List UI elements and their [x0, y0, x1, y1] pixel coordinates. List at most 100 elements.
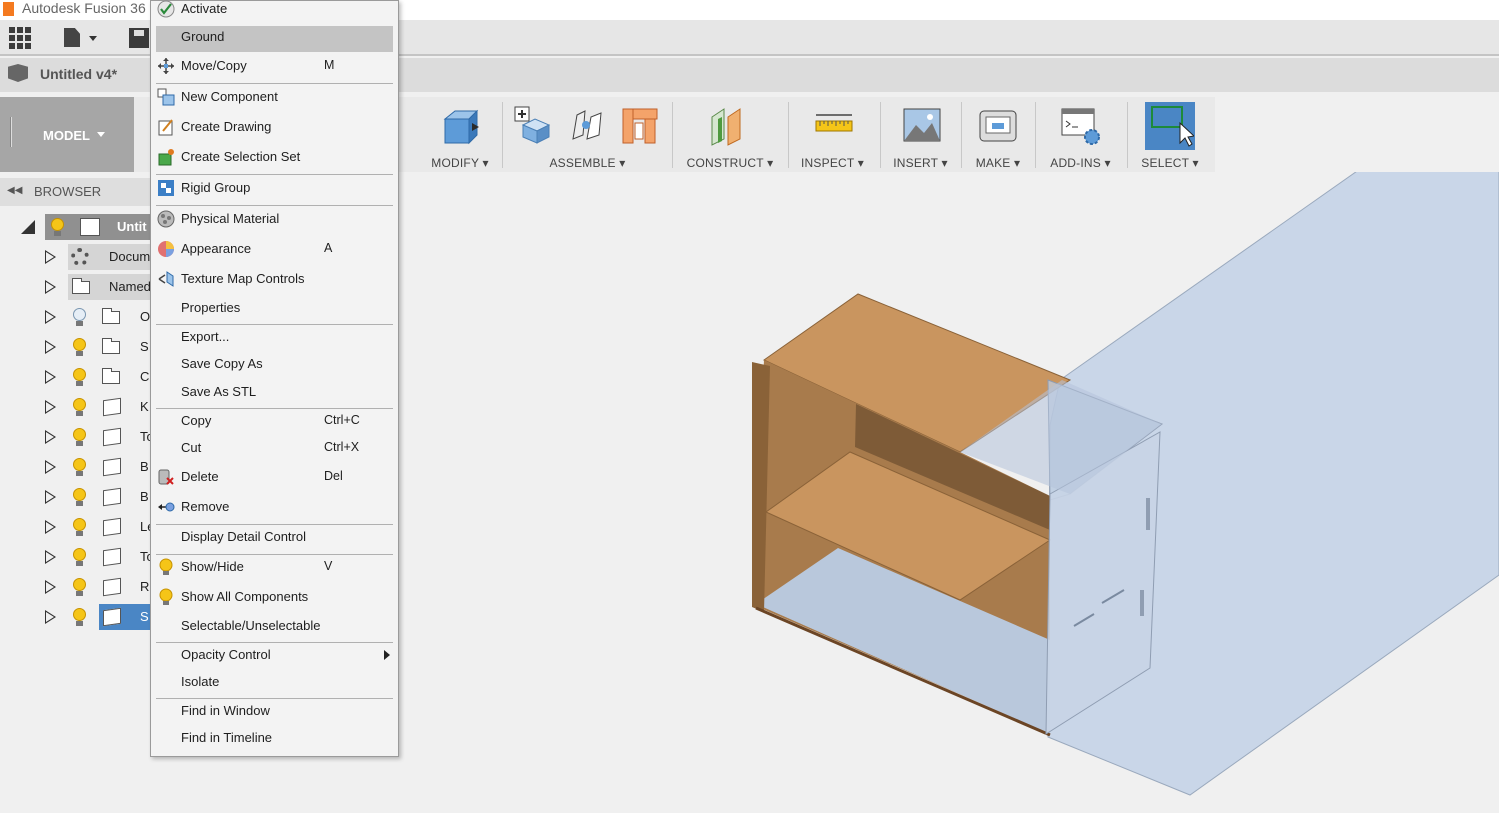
add-ins-label: ADD-INS ▾	[1050, 156, 1111, 170]
browser-row-body[interactable]: K	[0, 392, 150, 422]
browser-row-body[interactable]: Le	[0, 512, 154, 542]
chevron-down-icon: ▾	[478, 156, 489, 170]
ribbon-group-insert[interactable]: INSERT ▾	[883, 97, 958, 172]
lightbulb-off-icon[interactable]	[70, 307, 90, 329]
menu-item-selectable-unselectable[interactable]: Selectable/Unselectable	[156, 615, 393, 641]
browser-row-body[interactable]: B	[0, 452, 150, 482]
menu-item-export[interactable]: Export...	[156, 326, 393, 352]
browser-header[interactable]: ◀◀ BROWSER	[0, 178, 150, 206]
ribbon-group-assemble[interactable]: ASSEMBLE ▾	[505, 97, 670, 172]
menu-item-create-drawing[interactable]: Create Drawing	[156, 116, 393, 142]
menu-item-label: Save Copy As	[181, 356, 263, 371]
document-title[interactable]: Untitled v4*	[40, 66, 117, 82]
ribbon-group-modify[interactable]: MODIFY ▾	[420, 97, 500, 172]
lightbulb-icon[interactable]	[70, 487, 90, 509]
inspect-label: INSPECT ▾	[801, 156, 864, 170]
menu-item-texture-map-controls[interactable]: Texture Map Controls	[156, 268, 393, 294]
app-title: Autodesk Fusion 36	[22, 0, 146, 16]
menu-item-find-in-timeline[interactable]: Find in Timeline	[156, 727, 393, 753]
lightbulb-icon[interactable]	[70, 337, 90, 359]
browser-row-origin[interactable]: O	[0, 302, 150, 332]
menu-item-show-hide[interactable]: Show/Hide V	[156, 556, 393, 582]
menu-item-rigid-group[interactable]: Rigid Group	[156, 177, 393, 203]
browser-row-body[interactable]: To	[0, 422, 154, 452]
ribbon-group-inspect[interactable]: INSPECT ▾	[790, 97, 875, 172]
browser-row-construction[interactable]: C	[0, 362, 150, 392]
lightbulb-icon[interactable]	[70, 547, 90, 569]
collapse-double-arrow-icon[interactable]: ◀◀	[7, 185, 22, 196]
browser-row-body[interactable]: R	[0, 572, 150, 602]
menu-item-move-copy[interactable]: Move/Copy M	[156, 55, 393, 81]
menu-separator	[156, 205, 393, 206]
browser-row-body-selected[interactable]: S	[0, 602, 150, 632]
menu-item-label: Show/Hide	[181, 559, 244, 574]
root-component-label: Untit	[117, 219, 147, 234]
expand-triangle-icon[interactable]	[45, 250, 56, 264]
lightbulb-icon[interactable]	[70, 607, 90, 629]
menu-item-activate[interactable]: Activate	[156, 0, 393, 24]
browser-root-row[interactable]: Untit	[0, 212, 150, 242]
ribbon-group-make[interactable]: MAKE ▾	[963, 97, 1033, 172]
lightbulb-icon[interactable]	[48, 217, 68, 239]
ribbon-group-select[interactable]: SELECT ▾	[1130, 97, 1210, 172]
tree-label: K	[140, 399, 149, 414]
menu-item-ground[interactable]: Ground	[156, 26, 393, 52]
data-panel-grid-icon[interactable]	[9, 27, 31, 49]
expand-triangle-icon[interactable]	[45, 400, 56, 414]
expand-triangle-icon[interactable]	[45, 460, 56, 474]
tree-label: S	[140, 609, 149, 624]
lightbulb-icon[interactable]	[70, 457, 90, 479]
menu-item-opacity-control[interactable]: Opacity Control	[156, 644, 393, 670]
expanded-triangle-icon[interactable]	[21, 220, 35, 234]
browser-row-body[interactable]: B	[0, 482, 150, 512]
expand-triangle-icon[interactable]	[45, 280, 56, 294]
file-menu-icon[interactable]	[64, 28, 80, 47]
menu-item-isolate[interactable]: Isolate	[156, 671, 393, 697]
lightbulb-icon[interactable]	[70, 577, 90, 599]
browser-row-named-views[interactable]: Named	[0, 272, 151, 302]
menu-item-remove[interactable]: Remove	[156, 496, 393, 522]
menu-item-appearance[interactable]: Appearance A	[156, 238, 393, 264]
menu-item-properties[interactable]: Properties	[156, 297, 393, 323]
menu-item-create-selection-set[interactable]: Create Selection Set	[156, 146, 393, 172]
menu-separator	[156, 554, 393, 555]
workspace-switcher-button[interactable]: MODEL	[0, 97, 134, 172]
browser-row-document-settings[interactable]: Docum	[0, 242, 150, 272]
ribbon-group-construct[interactable]: CONSTRUCT ▾	[675, 97, 785, 172]
lightbulb-icon[interactable]	[70, 427, 90, 449]
menu-item-copy[interactable]: Copy Ctrl+C	[156, 410, 393, 436]
expand-triangle-icon[interactable]	[45, 610, 56, 624]
ribbon-group-add-ins[interactable]: ADD-INS ▾	[1038, 97, 1123, 172]
lightbulb-icon[interactable]	[70, 367, 90, 389]
browser-row-sketches[interactable]: S	[0, 332, 150, 362]
save-icon[interactable]	[129, 28, 149, 48]
insert-image-icon	[903, 108, 941, 142]
chevron-down-icon[interactable]	[89, 36, 97, 41]
expand-triangle-icon[interactable]	[45, 550, 56, 564]
body-cube-icon	[103, 427, 121, 447]
lightbulb-icon[interactable]	[70, 517, 90, 539]
menu-item-find-in-window[interactable]: Find in Window	[156, 700, 393, 726]
lightbulb-icon[interactable]	[70, 397, 90, 419]
menu-item-display-detail-control[interactable]: Display Detail Control	[156, 526, 393, 552]
menu-item-save-copy-as[interactable]: Save Copy As	[156, 353, 393, 379]
menu-item-physical-material[interactable]: Physical Material	[156, 208, 393, 234]
expand-triangle-icon[interactable]	[45, 580, 56, 594]
expand-triangle-icon[interactable]	[45, 370, 56, 384]
expand-triangle-icon[interactable]	[45, 340, 56, 354]
tree-label: B	[140, 459, 149, 474]
expand-triangle-icon[interactable]	[45, 490, 56, 504]
expand-triangle-icon[interactable]	[45, 430, 56, 444]
menu-item-show-all-components[interactable]: Show All Components	[156, 586, 393, 612]
menu-item-new-component[interactable]: New Component	[156, 86, 393, 112]
menu-item-cut[interactable]: Cut Ctrl+X	[156, 437, 393, 463]
expand-triangle-icon[interactable]	[45, 310, 56, 324]
browser-row-body[interactable]: To	[0, 542, 154, 572]
ribbon-separator	[788, 102, 789, 168]
remove-icon	[158, 502, 175, 512]
expand-triangle-icon[interactable]	[45, 520, 56, 534]
menu-item-save-as-stl[interactable]: Save As STL	[156, 381, 393, 407]
menu-item-delete[interactable]: Delete Del	[156, 466, 393, 492]
selection-set-icon	[158, 149, 174, 166]
create-drawing-icon	[158, 119, 173, 136]
